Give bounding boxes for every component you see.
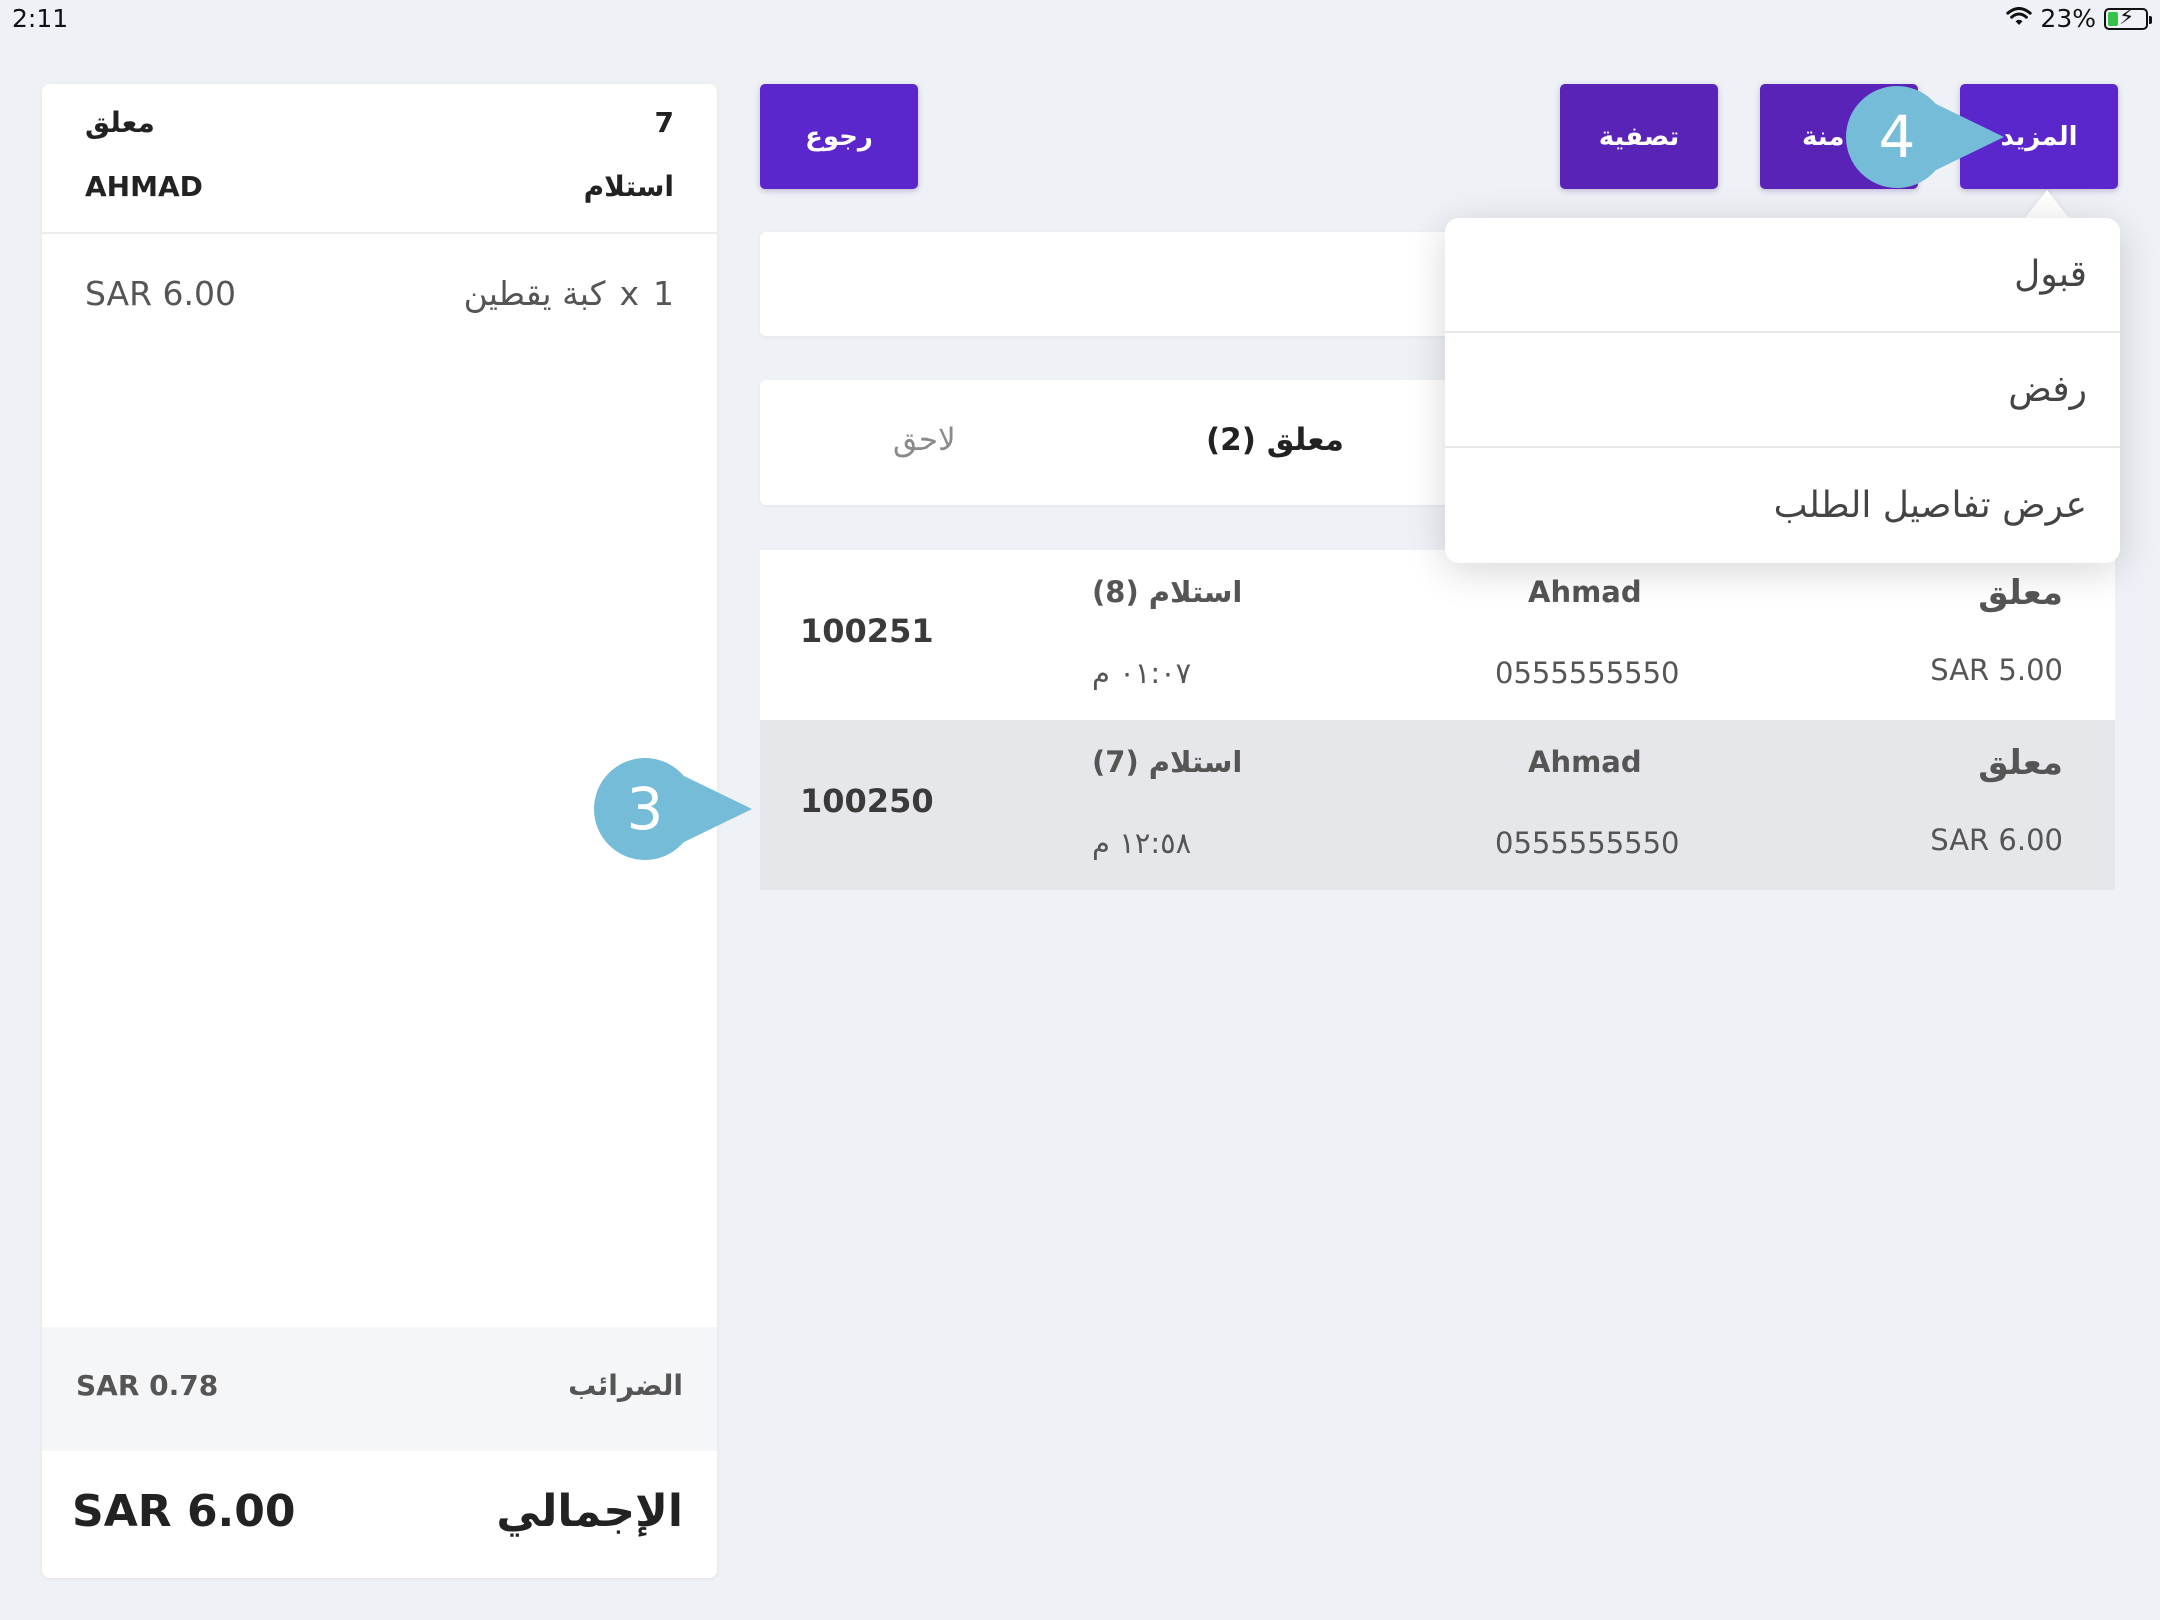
order-panel-customer: AHMAD bbox=[85, 170, 203, 203]
total-label: الإجمالي bbox=[496, 1486, 683, 1537]
dropdown-arrow bbox=[2025, 190, 2069, 218]
order-item-price: SAR 6.00 bbox=[85, 274, 237, 313]
back-button[interactable]: رجوع bbox=[760, 84, 918, 189]
battery-percent: 23% bbox=[2040, 4, 2096, 33]
menu-item-accept[interactable]: قبول bbox=[1445, 218, 2120, 333]
total-value: SAR 6.00 bbox=[72, 1486, 296, 1537]
order-panel-type: استلام bbox=[583, 170, 674, 203]
menu-item-view-details[interactable]: عرض تفاصيل الطلب bbox=[1445, 448, 2120, 563]
order-time: ١٢:٥٨ م bbox=[1092, 826, 1192, 860]
order-item-row: SAR 6.00 1 x كبة يقطين bbox=[85, 274, 674, 313]
order-phone: 0555555550 bbox=[1495, 826, 1680, 860]
status-right: 23% ⚡ bbox=[2006, 4, 2152, 33]
tax-value: SAR 0.78 bbox=[76, 1369, 219, 1402]
total-row: SAR 6.00 الإجمالي bbox=[72, 1486, 683, 1537]
status-time: 2:11 bbox=[12, 4, 69, 33]
tab-later[interactable]: لاحق bbox=[893, 422, 956, 458]
more-options-menu: قبول رفض عرض تفاصيل الطلب bbox=[1445, 218, 2120, 563]
callout-3: 3 bbox=[594, 758, 752, 860]
filter-button[interactable]: تصفية bbox=[1560, 84, 1718, 189]
tab-pending[interactable]: معلق (2) bbox=[1206, 422, 1344, 458]
order-panel-number: 7 bbox=[654, 106, 674, 139]
order-customer: Ahmad bbox=[1528, 745, 1642, 779]
order-customer: Ahmad bbox=[1528, 575, 1642, 609]
tax-section: SAR 0.78 الضرائب bbox=[42, 1327, 717, 1451]
tax-label: الضرائب bbox=[568, 1369, 683, 1402]
order-panel-status: معلق bbox=[85, 106, 155, 139]
callout-badge: 3 bbox=[594, 758, 696, 860]
order-phone: 0555555550 bbox=[1495, 656, 1680, 690]
menu-item-reject[interactable]: رفض bbox=[1445, 333, 2120, 448]
order-item-name: كبة يقطين bbox=[463, 274, 606, 313]
order-item-description: 1 x كبة يقطين bbox=[464, 274, 674, 313]
order-row-selected[interactable]: 100250 استلام (7) ١٢:٥٨ م Ahmad 05555555… bbox=[760, 720, 2115, 890]
callout-4: 4 bbox=[1846, 86, 2004, 188]
order-status: معلق bbox=[1978, 573, 2063, 613]
battery-charging-icon: ⚡ bbox=[2104, 6, 2152, 30]
wifi-icon bbox=[2006, 4, 2033, 33]
order-row[interactable]: 100251 استلام (8) ٠١:٠٧ م Ahmad 05555555… bbox=[760, 550, 2115, 720]
order-status: معلق bbox=[1978, 743, 2063, 783]
order-id: 100251 bbox=[800, 612, 934, 650]
order-amount: SAR 5.00 bbox=[1930, 653, 2063, 687]
order-type: استلام (8) bbox=[1092, 575, 1243, 609]
order-item-x: x bbox=[619, 274, 639, 313]
callout-badge: 4 bbox=[1846, 86, 1948, 188]
order-time: ٠١:٠٧ م bbox=[1092, 656, 1192, 690]
order-item-quantity: 1 bbox=[653, 274, 674, 313]
divider bbox=[42, 232, 717, 234]
order-type: استلام (7) bbox=[1092, 745, 1243, 779]
order-id: 100250 bbox=[800, 782, 934, 820]
order-amount: SAR 6.00 bbox=[1930, 823, 2063, 857]
